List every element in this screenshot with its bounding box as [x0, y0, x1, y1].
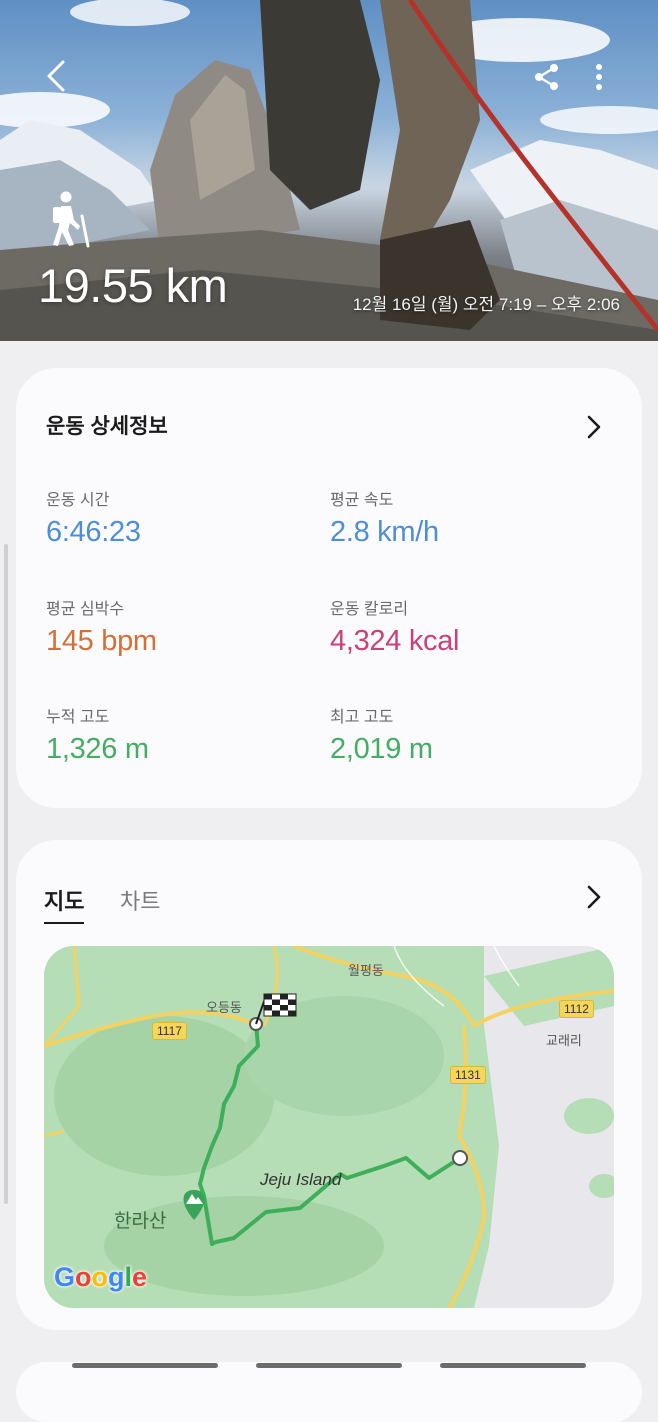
tab-map[interactable]: 지도: [44, 884, 85, 924]
stat-value: 2.8 km/h: [330, 516, 439, 548]
stat-label: 최고 고도: [330, 709, 394, 726]
google-logo: Google: [54, 1262, 148, 1292]
more-vertical-icon: [596, 64, 602, 90]
stat-label: 운동 칼로리: [330, 601, 409, 618]
stat-max-altitude: 최고 고도 2,019 m: [330, 703, 590, 766]
workout-datetime: 12월 16일 (월) 오전 7:19 – 오후 2:06: [352, 295, 620, 314]
stat-label: 평균 속도: [330, 492, 394, 509]
road-badge-1131: 1131: [450, 1066, 486, 1084]
route-map[interactable]: 월평동 오등동 교래리 Jeju Island 한라산 1117 1112 11…: [44, 946, 614, 1308]
map-chart-card: 지도 차트 월평동 오등동 교래리 Jeju Island 한라산 1117 1…: [16, 840, 642, 1330]
stat-elevation-gain: 누적 고도 1,326 m: [46, 703, 306, 766]
next-card-peek: [16, 1362, 642, 1422]
stat-avg-heart-rate: 평균 심박수 145 bpm: [46, 595, 306, 658]
stat-value: 6:46:23: [46, 516, 141, 548]
map-label-wolpyeong: 월평동: [348, 963, 384, 978]
share-icon: [535, 64, 558, 90]
stat-value: 4,324 kcal: [330, 625, 460, 657]
stat-duration: 운동 시간 6:46:23: [46, 486, 306, 549]
stat-avg-speed: 평균 속도 2.8 km/h: [330, 486, 590, 549]
bottom-nav-handle-right: [440, 1363, 586, 1368]
map-label-jeju-island: Jeju Island: [260, 1170, 342, 1189]
details-more-button[interactable]: [580, 410, 608, 444]
bottom-nav-handle-center: [256, 1363, 402, 1368]
stat-label: 운동 시간: [46, 492, 110, 509]
bottom-nav-handle-left: [72, 1363, 218, 1368]
map-label-gyorae: 교래리: [546, 1033, 582, 1048]
scroll-indicator: [4, 544, 8, 1204]
chevron-right-icon: [587, 885, 601, 909]
stat-value: 145 bpm: [46, 625, 157, 657]
map-more-button[interactable]: [580, 880, 608, 914]
stat-label: 평균 심박수: [46, 601, 125, 618]
share-button[interactable]: [526, 56, 568, 98]
distance-value: 19.55 km: [38, 259, 228, 312]
road-badge-1112: 1112: [559, 1000, 594, 1018]
map-label-odeung: 오등동: [206, 1000, 242, 1015]
map-label-hallasan: 한라산: [114, 1211, 167, 1232]
tab-chart[interactable]: 차트: [120, 884, 160, 916]
stat-calories: 운동 칼로리 4,324 kcal: [330, 595, 590, 658]
stat-value: 2,019 m: [330, 733, 433, 765]
hiking-icon: [53, 191, 90, 248]
details-title: 운동 상세정보: [46, 415, 168, 438]
chevron-right-icon: [587, 415, 601, 439]
stat-value: 1,326 m: [46, 733, 149, 765]
back-button[interactable]: [34, 52, 78, 100]
more-options-button[interactable]: [584, 56, 614, 98]
back-icon: [47, 60, 65, 92]
hero-banner: 19.55 km 12월 16일 (월) 오전 7:19 – 오후 2:06: [0, 0, 658, 341]
map-canvas: [44, 946, 614, 1308]
road-badge-1117: 1117: [152, 1022, 187, 1040]
stat-label: 누적 고도: [46, 709, 110, 726]
workout-details-card: 운동 상세정보 운동 시간 6:46:23 평균 속도 2.8 km/h 평균 …: [16, 368, 642, 808]
